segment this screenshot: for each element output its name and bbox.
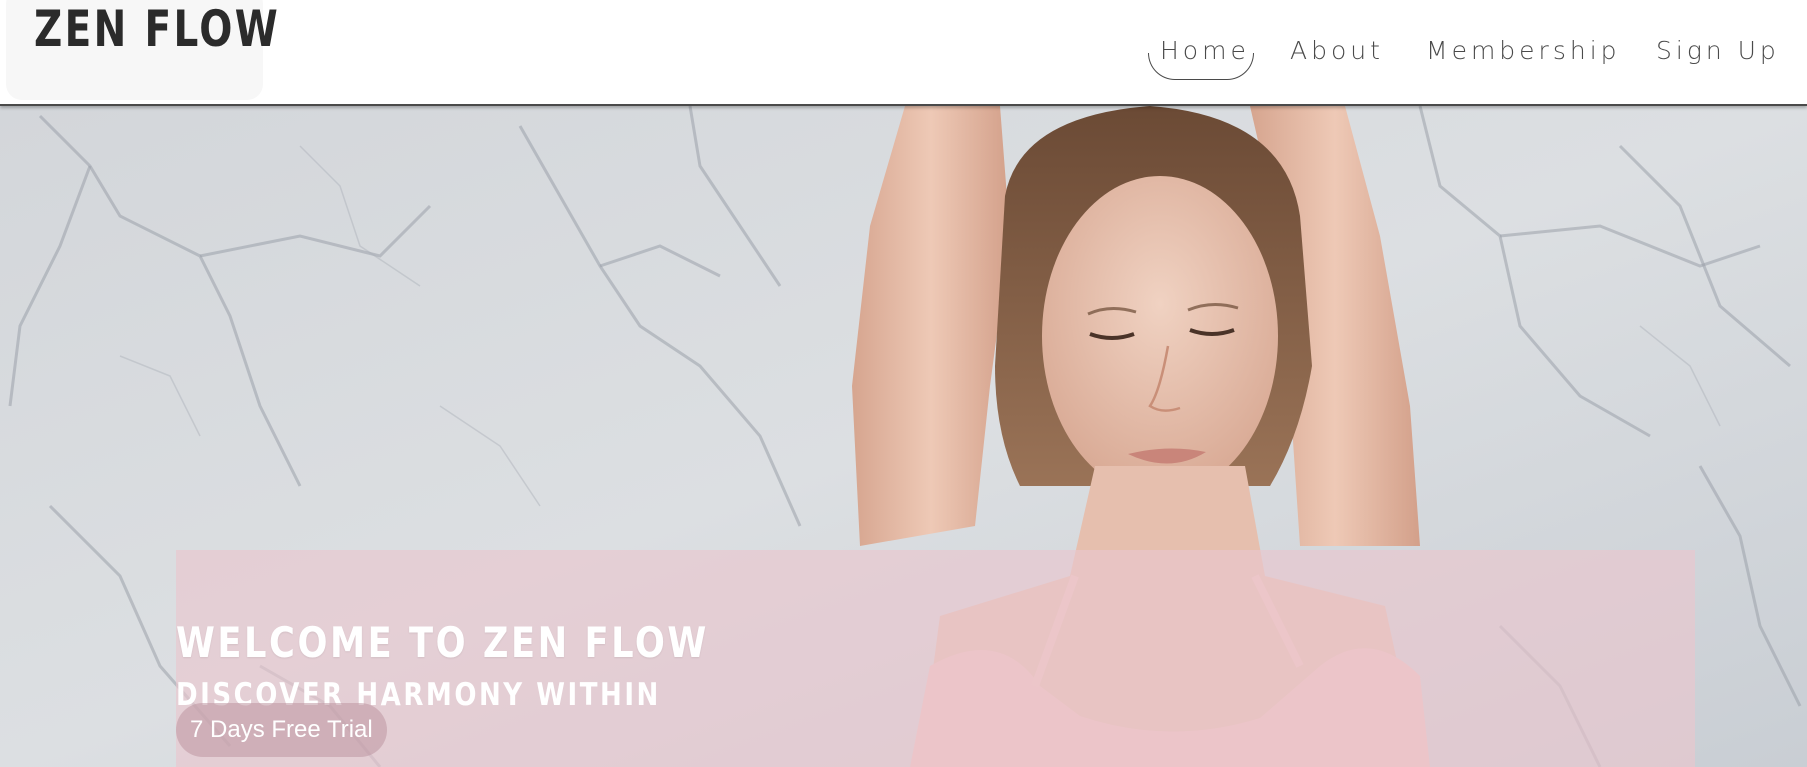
- nav-item-about[interactable]: About: [1290, 36, 1384, 66]
- hero-title: WELCOME TO ZEN FLOW: [176, 618, 709, 668]
- main-nav: Home About Membership Sign Up: [0, 36, 1807, 86]
- nav-item-membership[interactable]: Membership: [1426, 36, 1621, 66]
- free-trial-button[interactable]: 7 Days Free Trial: [176, 703, 387, 757]
- site-header: ZEN FLOW Home About Membership Sign Up: [0, 0, 1807, 106]
- nav-item-sign-up[interactable]: Sign Up: [1656, 36, 1780, 66]
- hero-section: WELCOME TO ZEN FLOW DISCOVER HARMONY WIT…: [0, 106, 1807, 767]
- hero-overlay: WELCOME TO ZEN FLOW DISCOVER HARMONY WIT…: [176, 550, 1695, 767]
- nav-item-home[interactable]: Home: [1148, 36, 1254, 80]
